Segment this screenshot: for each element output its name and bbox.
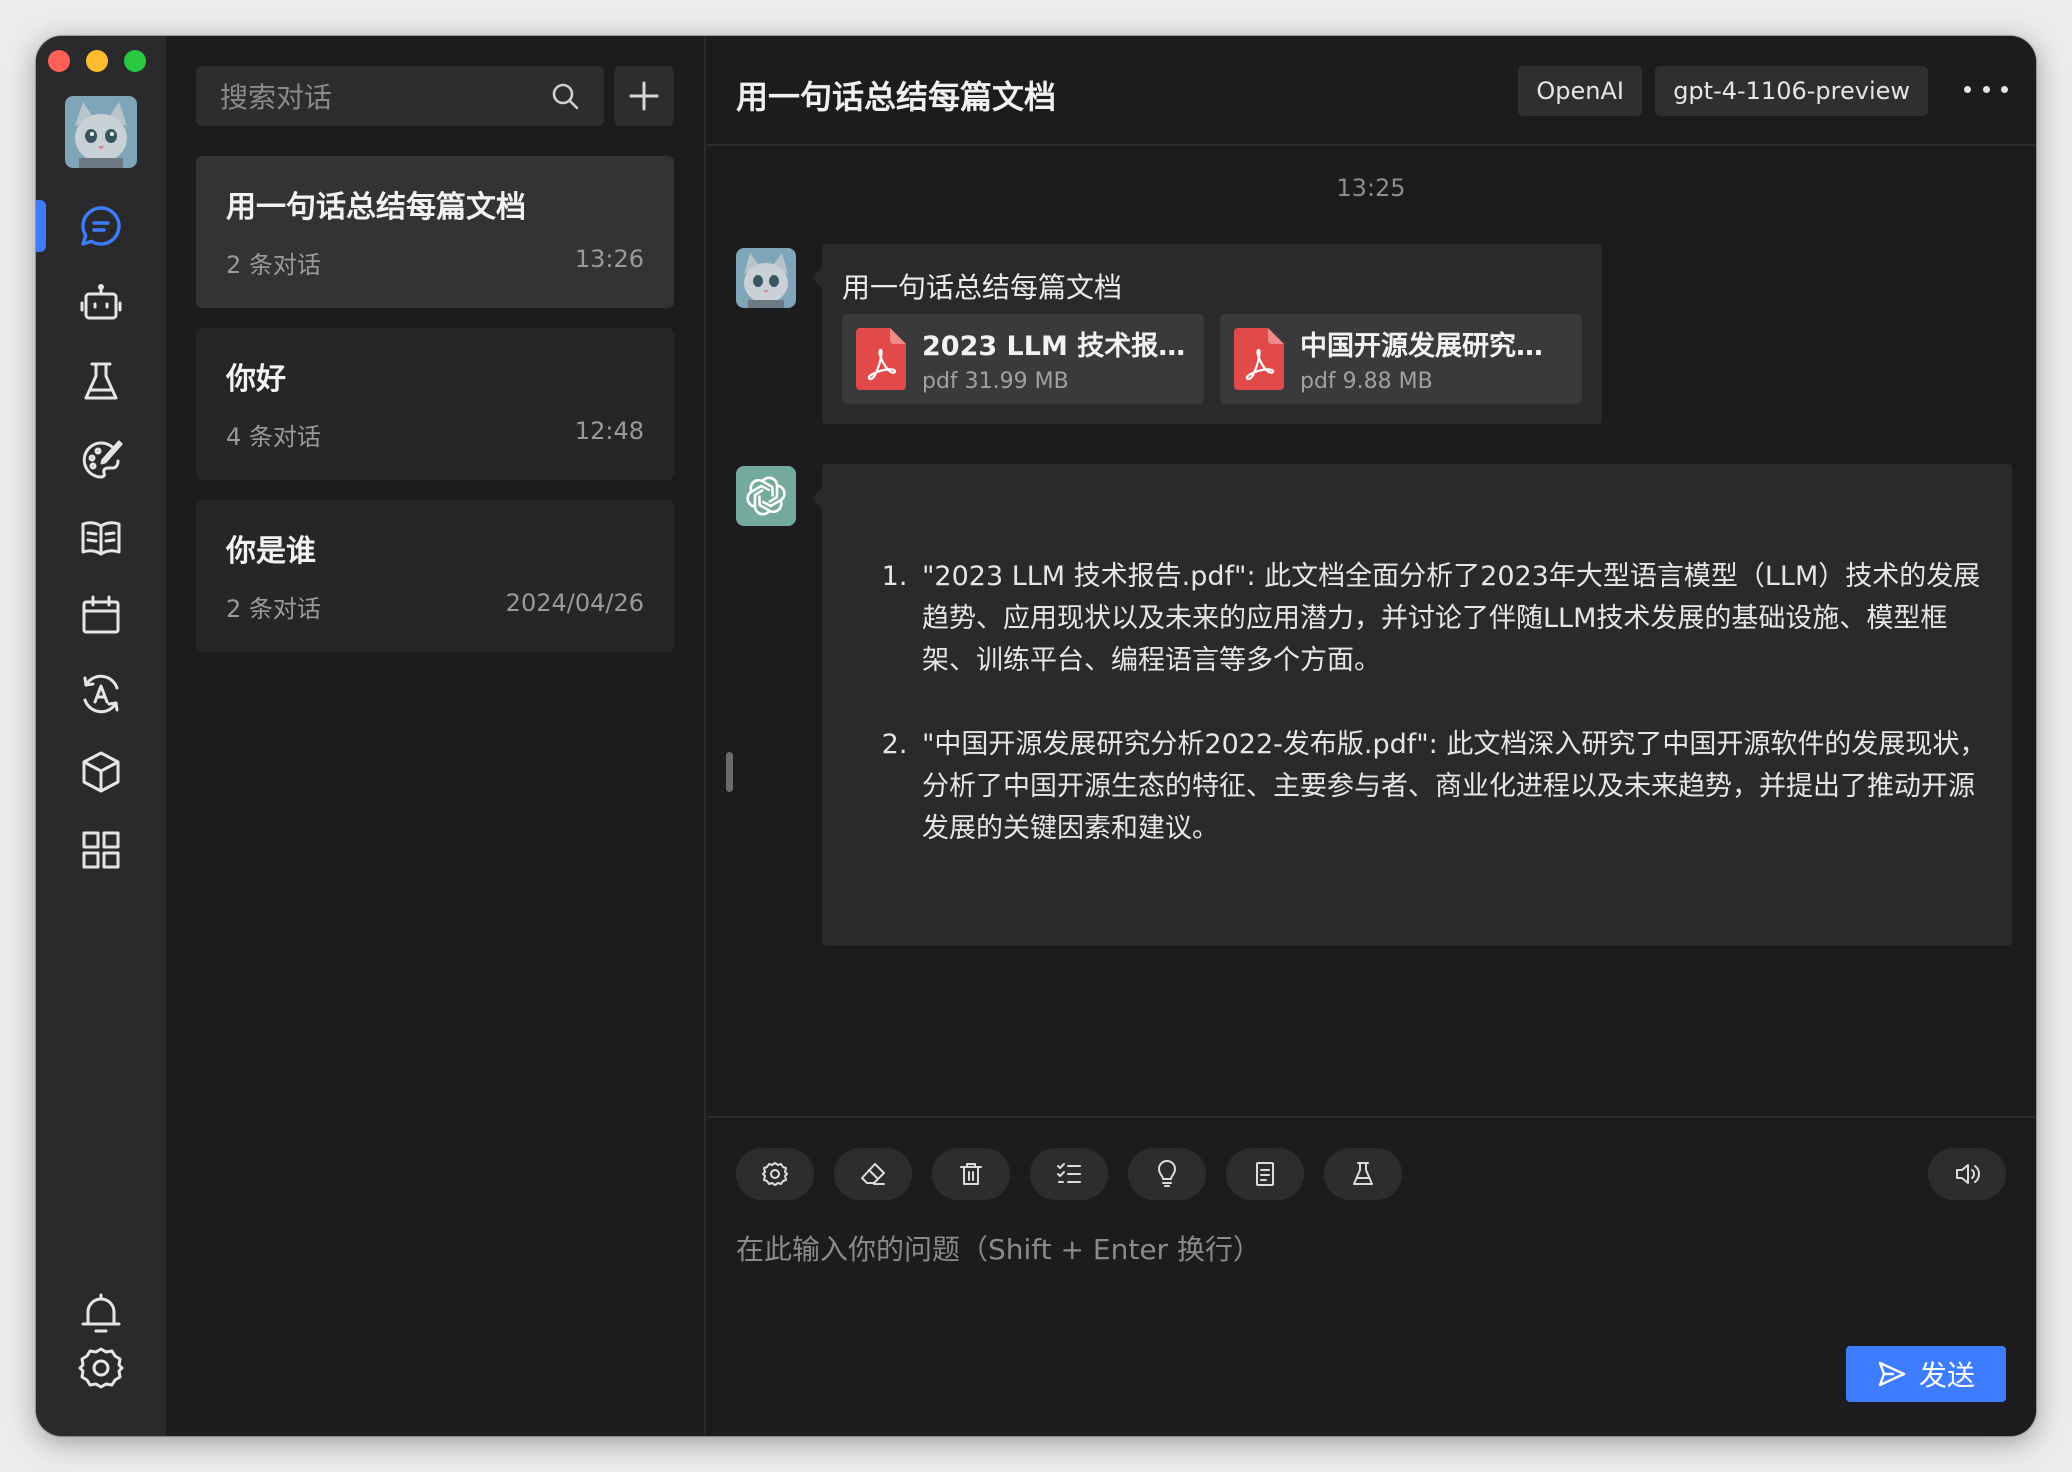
assistant-message-bubble: "2023 LLM 技术报告.pdf": 此文档全面分析了2023年大型语言模型… bbox=[822, 464, 2012, 946]
sidebar-item-apps[interactable] bbox=[36, 810, 166, 890]
pdf-icon bbox=[856, 328, 906, 390]
chat-icon bbox=[81, 206, 121, 246]
conversation-time: 2024/04/26 bbox=[505, 589, 644, 617]
robot-icon bbox=[80, 284, 122, 320]
assistant-avatar bbox=[736, 466, 796, 526]
apps-grid-icon bbox=[82, 831, 120, 869]
eraser-icon bbox=[861, 1163, 885, 1185]
bubble-pointer bbox=[812, 268, 822, 288]
close-window-button[interactable] bbox=[48, 50, 70, 72]
file-name: 中国开源发展研究分析2022-发布版.pdf bbox=[1300, 331, 1568, 362]
model-selector[interactable]: gpt-4-1106-preview bbox=[1655, 66, 1928, 116]
file-attachment[interactable]: 中国开源发展研究分析2022-发布版.pdf pdf 9.88 MB bbox=[1220, 314, 1582, 404]
provider-selector[interactable]: OpenAI bbox=[1518, 66, 1642, 116]
document-icon bbox=[1256, 1162, 1274, 1186]
search-icon bbox=[552, 83, 579, 110]
search-placeholder: 搜索对话 bbox=[220, 81, 333, 114]
conversation-title: 用一句话总结每篇文档 bbox=[226, 190, 526, 225]
chat-panel: 用一句话总结每篇文档 OpenAI gpt-4-1106-preview 13:… bbox=[706, 36, 2036, 1436]
user-message-bubble: 用一句话总结每篇文档 2023 LLM 技术报告.pdf pdf 31.99 M… bbox=[822, 244, 1602, 424]
message-input[interactable]: 在此输入你的问题（Shift + Enter 换行） bbox=[736, 1228, 1261, 1268]
conversation-title: 你好 bbox=[226, 362, 286, 397]
conversation-count: 2 条对话 bbox=[226, 595, 321, 623]
delete-messages-button[interactable] bbox=[932, 1148, 1010, 1200]
topics-button[interactable] bbox=[1030, 1148, 1108, 1200]
speaker-icon bbox=[1956, 1164, 1980, 1184]
sidebar-item-translate[interactable] bbox=[36, 654, 166, 734]
calendar-icon bbox=[82, 595, 120, 634]
send-icon bbox=[1878, 1361, 1906, 1387]
sidebar bbox=[36, 36, 166, 1436]
chat-title[interactable]: 用一句话总结每篇文档 bbox=[736, 72, 1056, 118]
flask-icon bbox=[84, 362, 118, 400]
sidebar-item-lab[interactable] bbox=[36, 342, 166, 422]
dot-icon bbox=[1964, 85, 1971, 93]
conversation-item[interactable]: 用一句话总结每篇文档 2 条对话 13:26 bbox=[196, 156, 674, 308]
conversation-time: 12:48 bbox=[574, 417, 644, 445]
conversation-title: 你是谁 bbox=[226, 534, 316, 569]
trash-icon bbox=[960, 1163, 982, 1185]
file-name: 2023 LLM 技术报告.pdf bbox=[922, 331, 1190, 362]
send-button[interactable]: 发送 bbox=[1846, 1346, 2006, 1402]
conversation-time: 13:26 bbox=[574, 245, 644, 273]
clear-context-button[interactable] bbox=[834, 1148, 912, 1200]
translate-icon bbox=[83, 674, 119, 714]
file-size: pdf 9.88 MB bbox=[1300, 369, 1433, 394]
sidebar-item-files[interactable] bbox=[36, 732, 166, 812]
conversation-item[interactable]: 你是谁 2 条对话 2024/04/26 bbox=[196, 500, 674, 652]
answer-item: "2023 LLM 技术报告.pdf": 此文档全面分析了2023年大型语言模型… bbox=[916, 556, 1988, 682]
prompt-suggestions-button[interactable] bbox=[1128, 1148, 1206, 1200]
conversation-list-panel: 搜索对话 用一句话总结每篇文档 2 条对话 13:26 你好 4 条对话 12: bbox=[166, 36, 706, 1436]
more-options-button[interactable] bbox=[1964, 74, 2008, 104]
sidebar-item-chat[interactable] bbox=[36, 186, 166, 266]
sidebar-item-knowledge[interactable] bbox=[36, 498, 166, 578]
send-label: 发送 bbox=[1918, 1359, 1975, 1392]
flask-icon bbox=[1353, 1162, 1373, 1185]
app-window: 搜索对话 用一句话总结每篇文档 2 条对话 13:26 你好 4 条对话 12: bbox=[36, 36, 2036, 1436]
search-input[interactable]: 搜索对话 bbox=[196, 66, 604, 126]
sidebar-item-paint[interactable] bbox=[36, 420, 166, 500]
window-controls bbox=[48, 50, 146, 72]
user-message-text: 用一句话总结每篇文档 bbox=[842, 271, 1123, 304]
maximize-window-button[interactable] bbox=[124, 50, 146, 72]
scrollbar-handle[interactable] bbox=[726, 752, 733, 792]
user-message-avatar bbox=[736, 248, 796, 308]
lightbulb-icon bbox=[1158, 1160, 1176, 1187]
lab-tool-button[interactable] bbox=[1324, 1148, 1402, 1200]
settings-button[interactable] bbox=[36, 1328, 166, 1408]
plus-icon bbox=[629, 81, 659, 111]
palette-icon bbox=[82, 440, 123, 479]
cube-icon bbox=[82, 751, 120, 793]
settings-tool-button[interactable] bbox=[736, 1148, 814, 1200]
dot-icon bbox=[2001, 85, 2008, 93]
openai-logo-icon bbox=[746, 476, 786, 516]
active-indicator bbox=[36, 200, 46, 252]
dot-icon bbox=[1982, 85, 1990, 93]
sidebar-item-assistants[interactable] bbox=[36, 264, 166, 344]
composer: 在此输入你的问题（Shift + Enter 换行） 发送 bbox=[706, 1116, 2036, 1436]
book-icon bbox=[81, 521, 121, 556]
assistant-message-text: "2023 LLM 技术报告.pdf": 此文档全面分析了2023年大型语言模型… bbox=[882, 556, 1988, 892]
message-timestamp: 13:25 bbox=[1336, 174, 1406, 202]
settings-icon bbox=[762, 1162, 788, 1186]
sidebar-item-calendar[interactable] bbox=[36, 576, 166, 656]
bubble-pointer bbox=[812, 488, 822, 508]
new-conversation-button[interactable] bbox=[614, 66, 674, 126]
pdf-icon bbox=[1234, 328, 1284, 390]
conversation-count: 4 条对话 bbox=[226, 423, 321, 451]
file-size: pdf 31.99 MB bbox=[922, 369, 1069, 394]
user-avatar[interactable] bbox=[65, 96, 137, 168]
gear-icon bbox=[78, 1347, 124, 1389]
file-attachment[interactable]: 2023 LLM 技术报告.pdf pdf 31.99 MB bbox=[842, 314, 1204, 404]
voice-button[interactable] bbox=[1928, 1148, 2006, 1200]
conversation-count: 2 条对话 bbox=[226, 251, 321, 279]
conversation-item[interactable]: 你好 4 条对话 12:48 bbox=[196, 328, 674, 480]
document-button[interactable] bbox=[1226, 1148, 1304, 1200]
checklist-icon bbox=[1057, 1163, 1081, 1183]
chat-header: 用一句话总结每篇文档 OpenAI gpt-4-1106-preview bbox=[706, 36, 2036, 146]
answer-item: "中国开源发展研究分析2022-发布版.pdf": 此文档深入研究了中国开源软件… bbox=[916, 724, 1988, 850]
minimize-window-button[interactable] bbox=[86, 50, 108, 72]
